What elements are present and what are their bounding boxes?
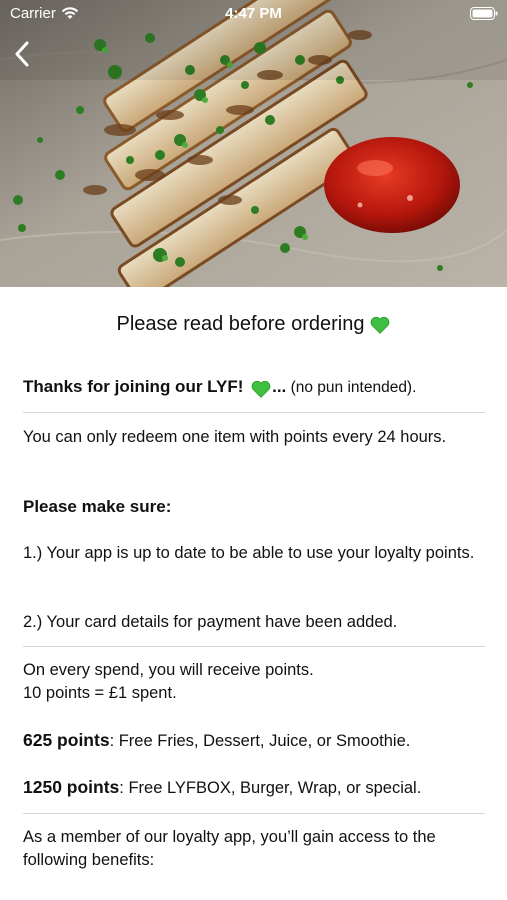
chevron-left-icon	[15, 41, 29, 67]
divider	[23, 813, 485, 814]
intro-line: Thanks for joining our LYF! ... (no pun …	[23, 375, 493, 399]
make-sure-heading: Please make sure:	[23, 497, 172, 516]
green-heart-icon	[371, 316, 390, 334]
make-sure-item-2: 2.) Your card details for payment have b…	[23, 613, 398, 631]
intro-normal: (no pun intended).	[286, 379, 417, 396]
back-button[interactable]	[6, 36, 38, 72]
battery-icon	[470, 7, 498, 20]
page-title-text: Please read before ordering	[116, 313, 365, 335]
redeem-notice: You can only redeem one item with points…	[23, 428, 447, 446]
earn-line-2: 10 points = £1 spent.	[23, 684, 177, 702]
reward-625: 625 points: Free Fries, Dessert, Juice, …	[23, 729, 493, 753]
status-time: 4:47 PM	[225, 5, 282, 22]
intro-bold: Thanks for joining our LYF!	[23, 377, 244, 396]
reward-points: 625 points	[23, 730, 110, 750]
status-bar: Carrier 4:47 PM	[0, 0, 507, 28]
food-photo	[0, 0, 507, 287]
divider	[23, 646, 485, 647]
reward-description: : Free Fries, Dessert, Juice, or Smoothi…	[109, 732, 411, 750]
reward-1250: 1250 points: Free LYFBOX, Burger, Wrap, …	[23, 776, 493, 800]
reward-points: 1250 points	[23, 777, 120, 797]
green-heart-icon	[251, 380, 271, 398]
divider	[23, 412, 485, 413]
intro-ellipsis: ...	[272, 377, 287, 396]
earn-line-1: On every spend, you will receive points.	[23, 661, 314, 679]
make-sure-item-1: 1.) Your app is up to date to be able to…	[23, 544, 475, 562]
reward-description: : Free LYFBOX, Burger, Wrap, or special.	[119, 779, 422, 797]
page-title: Please read before ordering	[0, 313, 507, 336]
hero-image: Carrier 4:47 PM	[0, 0, 507, 287]
benefits-intro: As a member of our loyalty app, you’ll g…	[23, 828, 436, 869]
